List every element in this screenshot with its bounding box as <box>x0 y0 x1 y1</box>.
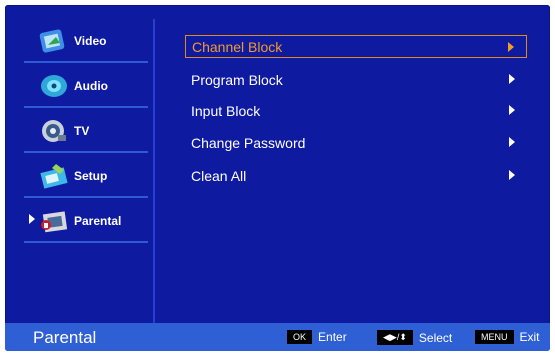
menu-item-clean-all[interactable]: Clean All <box>185 164 527 187</box>
menu-item-label: Change Password <box>191 134 306 151</box>
chevron-right-icon <box>509 137 515 147</box>
sidebar-item-parental[interactable]: Parental <box>24 199 152 243</box>
hint-label: Select <box>418 330 453 345</box>
parental-icon <box>36 206 72 236</box>
divider <box>24 241 148 243</box>
sidebar-item-label: Audio <box>74 79 108 93</box>
menu-key-badge: MENU <box>475 330 514 344</box>
ok-key-badge: OK <box>287 330 313 344</box>
divider <box>24 61 148 63</box>
menu-item-label: Program Block <box>191 71 283 88</box>
hint-select: ◀▶/⬍ Select <box>377 330 452 345</box>
menu-item-change-password[interactable]: Change Password <box>185 131 527 154</box>
chevron-right-icon <box>508 42 514 52</box>
footer-title: Parental <box>33 328 97 347</box>
sidebar-item-label: Setup <box>74 169 108 183</box>
menu-item-label: Channel Block <box>192 38 283 55</box>
audio-icon <box>36 71 72 101</box>
sidebar-item-setup[interactable]: Setup <box>24 154 152 198</box>
video-icon <box>36 26 72 56</box>
osd-menu-screen: Video Audio TV Setup Parental Channel Bl… <box>5 5 550 351</box>
divider <box>24 196 148 198</box>
divider <box>24 106 148 108</box>
divider <box>24 151 148 153</box>
sidebar-item-label: TV <box>74 124 90 138</box>
sidebar-item-label: Video <box>74 34 107 48</box>
menu-item-label: Input Block <box>191 102 261 119</box>
active-pointer-icon <box>29 214 35 224</box>
sidebar-item-tv[interactable]: TV <box>24 109 152 153</box>
sidebar-item-video[interactable]: Video <box>24 19 152 63</box>
chevron-right-icon <box>509 170 515 180</box>
hint-label: Exit <box>519 330 540 344</box>
hint-exit: MENU Exit <box>475 330 540 344</box>
sidebar-item-label: Parental <box>74 214 122 228</box>
hint-label: Enter <box>318 330 347 344</box>
menu-item-channel-block[interactable]: Channel Block <box>185 35 527 58</box>
arrows-key-badge: ◀▶/⬍ <box>377 330 413 345</box>
sidebar-divider <box>153 19 155 324</box>
menu-item-label: Clean All <box>191 167 247 184</box>
sidebar-item-audio[interactable]: Audio <box>24 64 152 108</box>
menu-item-program-block[interactable]: Program Block <box>185 68 527 91</box>
footer-bar: Parental OK Enter ◀▶/⬍ Select MENU Exit <box>5 323 550 351</box>
menu-item-input-block[interactable]: Input Block <box>185 99 527 122</box>
setup-icon <box>36 161 72 191</box>
hint-enter: OK Enter <box>287 330 347 344</box>
chevron-right-icon <box>509 74 515 84</box>
tv-icon <box>36 116 72 146</box>
chevron-right-icon <box>509 105 515 115</box>
